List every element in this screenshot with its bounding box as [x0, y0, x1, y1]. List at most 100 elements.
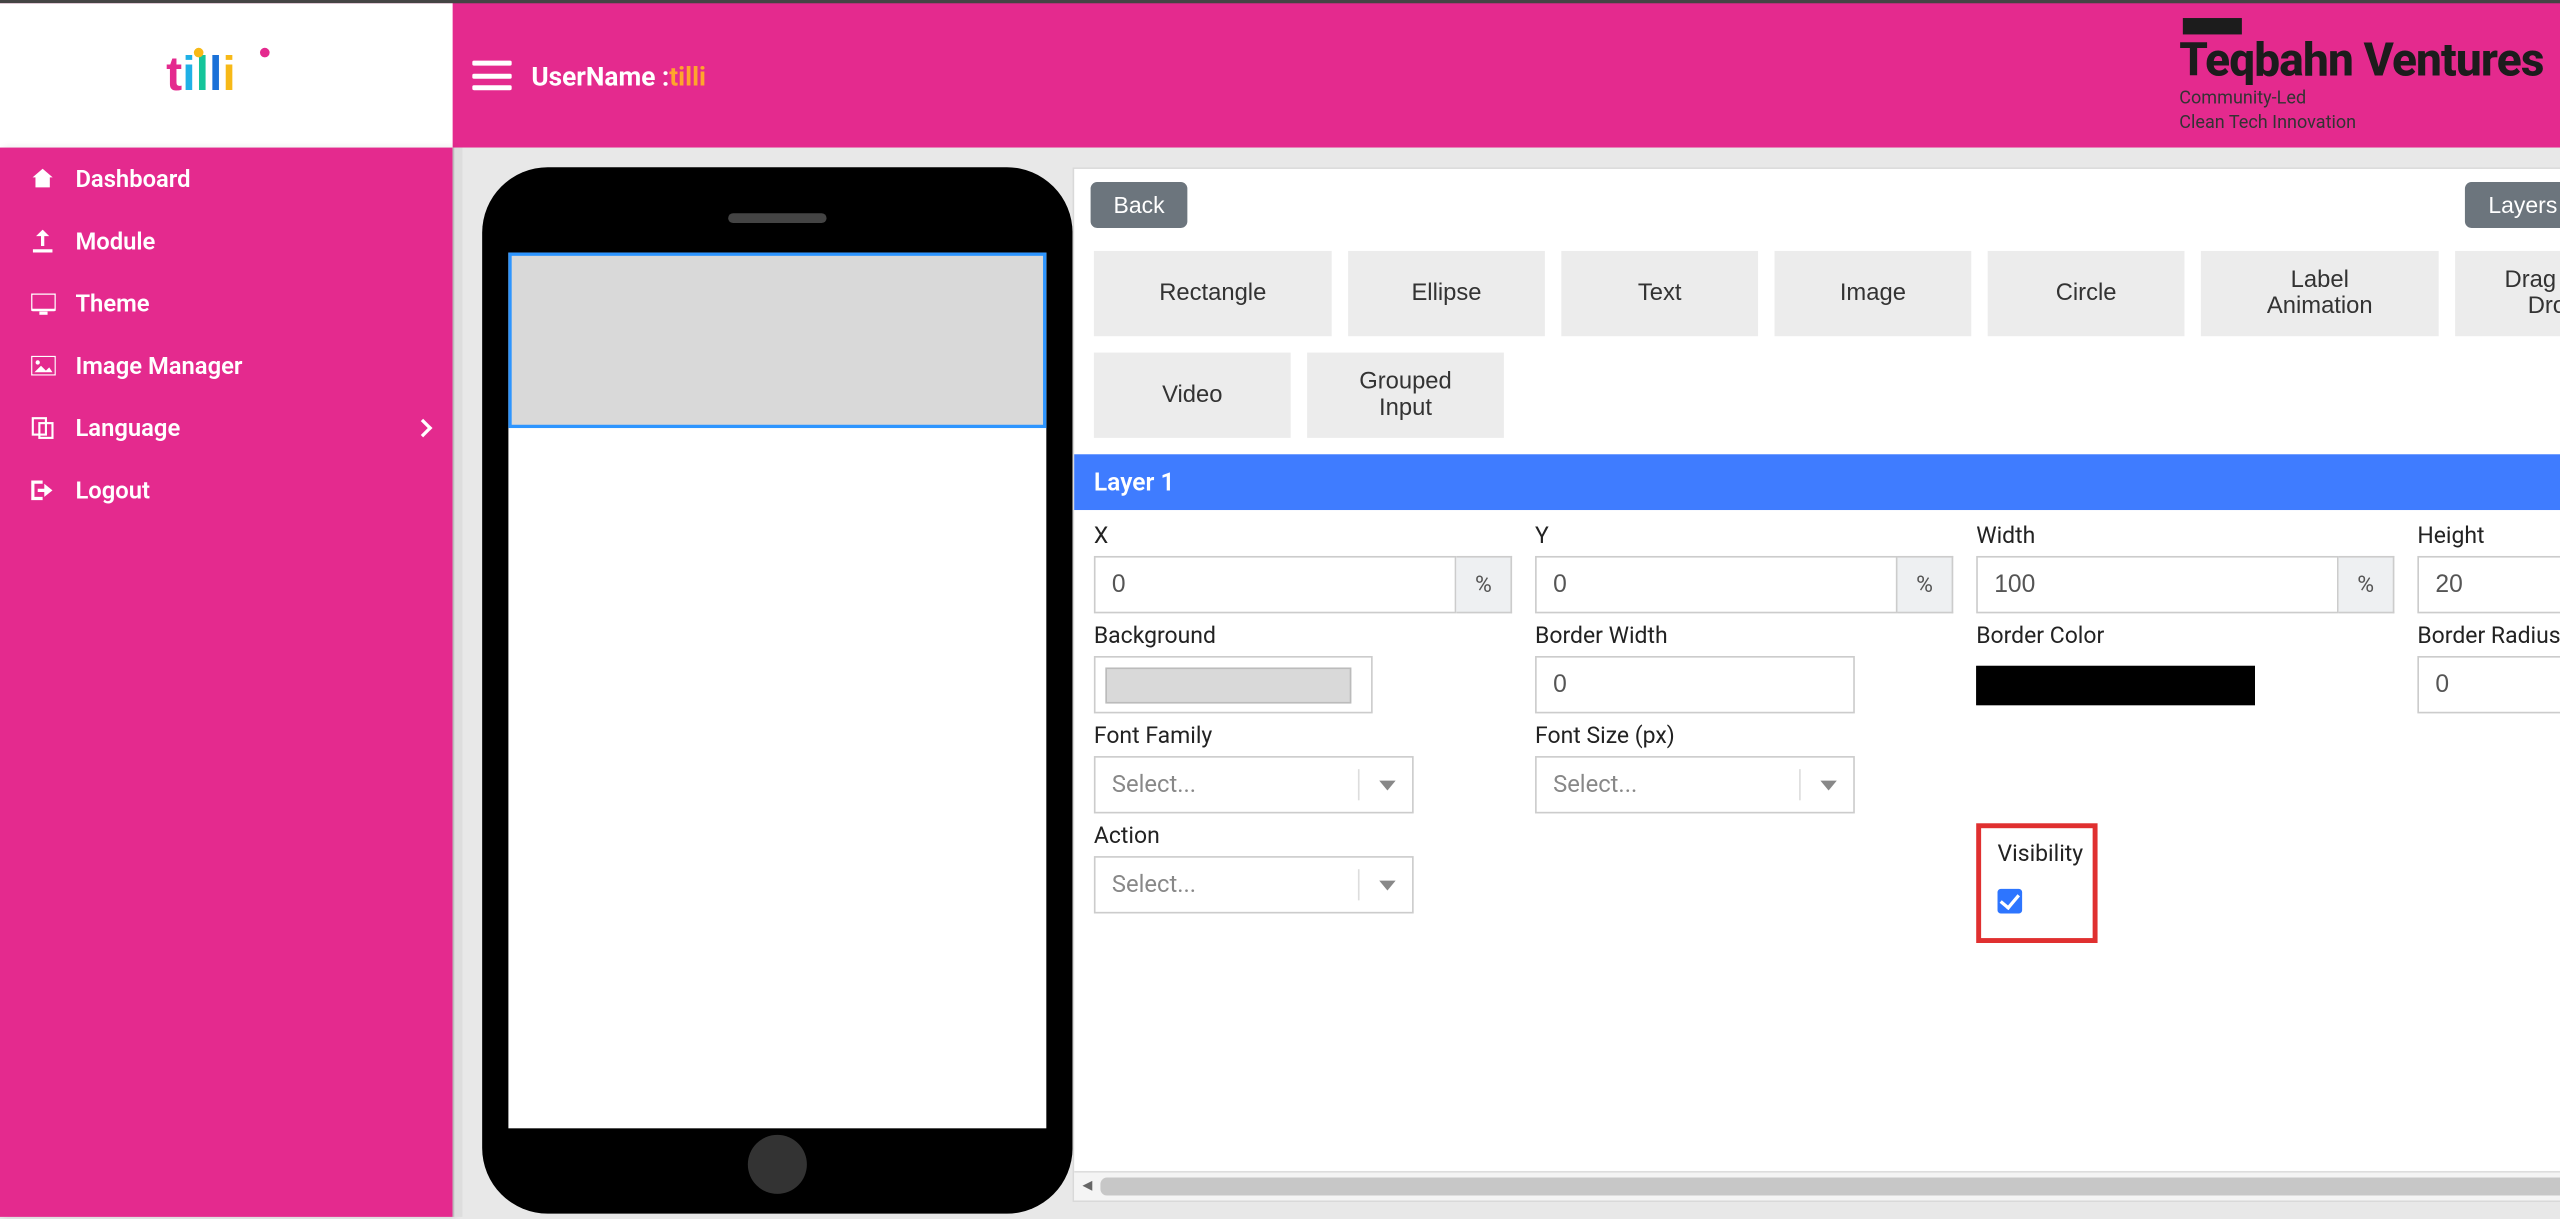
x-input[interactable]: [1094, 556, 1456, 613]
sidebar-item-label: Language: [75, 414, 180, 442]
brand-title: Teqbahn Ventures: [2179, 37, 2543, 83]
sidebar-item-image-manager[interactable]: Image Manager: [0, 335, 453, 397]
brand-sub-1: Community-Led: [2179, 87, 2543, 109]
sidebar-divider: [453, 148, 463, 1217]
prop-label: Visibility: [1998, 841, 2044, 867]
prop-label: X: [1094, 523, 1512, 549]
prop-font-size: Font Size (px) Select...: [1535, 723, 1953, 813]
back-button[interactable]: Back: [1091, 182, 1188, 228]
chevron-down-icon: [1820, 780, 1836, 790]
panel-toolbar: Back Layers Preview Save: [1074, 169, 2560, 241]
upload-icon: [30, 230, 56, 253]
username-label: UserName :: [531, 60, 669, 91]
prop-label: Height: [2417, 523, 2560, 549]
unit-label: %: [1897, 556, 1953, 613]
language-icon: [30, 417, 56, 440]
prop-empty: [1976, 723, 2394, 813]
layers-button[interactable]: Layers: [2465, 182, 2560, 228]
home-icon: [30, 167, 56, 190]
prop-label: Border Radius: [2417, 623, 2560, 649]
font-size-select[interactable]: Select...: [1535, 756, 1855, 813]
border-width-input[interactable]: [1535, 656, 1855, 713]
brand-sub-2: Clean Tech Innovation: [2179, 112, 2543, 134]
prop-width: Width %: [1976, 523, 2394, 613]
sidebar-item-label: Image Manager: [75, 352, 242, 380]
scroll-left-icon[interactable]: ◄: [1074, 1173, 1100, 1201]
shape-rectangle[interactable]: Rectangle: [1094, 251, 1332, 336]
logo: tilli: [0, 3, 453, 147]
shape-video[interactable]: Video: [1094, 353, 1291, 438]
shape-circle[interactable]: Circle: [1988, 251, 2185, 336]
prop-label: Background: [1094, 623, 1512, 649]
height-input[interactable]: [2417, 556, 2560, 613]
tilli-logo-icon: tilli: [161, 39, 292, 111]
prop-border-width: Border Width: [1535, 623, 1953, 713]
prop-x: X %: [1094, 523, 1512, 613]
background-color-input[interactable]: [1094, 656, 1373, 713]
select-placeholder: Select...: [1553, 771, 1637, 799]
phone-speaker: [728, 213, 826, 223]
main: Back Layers Preview Save Rectangle Ellip…: [462, 148, 2560, 1217]
color-swatch: [1105, 667, 1351, 703]
sidebar-item-language[interactable]: Language: [0, 397, 453, 459]
prop-font-family: Font Family Select...: [1094, 723, 1512, 813]
header: tilli UserName : tilli Teqbahn Ventures …: [0, 0, 2560, 148]
sidebar-item-label: Theme: [75, 289, 149, 317]
sidebar-item-label: Module: [75, 227, 155, 255]
layer-header: Layer 1: [1074, 454, 2560, 510]
border-radius-input[interactable]: [2417, 656, 2560, 713]
shape-ellipse[interactable]: Ellipse: [1348, 251, 1545, 336]
shape-image[interactable]: Image: [1774, 251, 1971, 336]
sidebar-item-label: Dashboard: [75, 165, 190, 193]
visibility-highlight: Visibility: [1976, 823, 2097, 943]
brand: Teqbahn Ventures Community-Led Clean Tec…: [2179, 3, 2543, 147]
prop-label: Width: [1976, 523, 2394, 549]
chevron-right-icon: [414, 419, 433, 438]
shape-palette: Rectangle Ellipse Text Image Circle Labe…: [1074, 241, 2560, 454]
visibility-checkbox[interactable]: [1998, 889, 2023, 914]
horizontal-scrollbar[interactable]: ◄ ►: [1074, 1171, 2560, 1201]
layer-rectangle[interactable]: [508, 253, 1046, 428]
shape-text[interactable]: Text: [1561, 251, 1758, 336]
unit-label: %: [2339, 556, 2395, 613]
y-input[interactable]: [1535, 556, 1897, 613]
font-family-select[interactable]: Select...: [1094, 756, 1414, 813]
prop-border-color: Border Color: [1976, 623, 2394, 713]
shape-label-animation[interactable]: Label Animation: [2201, 251, 2439, 336]
phone-preview: [482, 167, 1072, 1213]
phone-screen[interactable]: [508, 253, 1046, 1129]
scroll-thumb[interactable]: [1100, 1178, 2560, 1196]
prop-empty: [1535, 823, 1953, 943]
chevron-down-icon: [1379, 880, 1395, 890]
sidebar: Dashboard Module Theme Image Manager Lan…: [0, 148, 453, 1217]
prop-height: Height %: [2417, 523, 2560, 613]
border-color-input[interactable]: [1976, 656, 2296, 713]
prop-label: Border Width: [1535, 623, 1953, 649]
prop-y: Y %: [1535, 523, 1953, 613]
properties-panel: Back Layers Preview Save Rectangle Ellip…: [1073, 167, 2560, 1202]
shape-drag-and-drop[interactable]: Drag and Drop: [2455, 251, 2560, 336]
sidebar-item-label: Logout: [75, 476, 150, 504]
sidebar-item-logout[interactable]: Logout: [0, 459, 453, 521]
sidebar-item-module[interactable]: Module: [0, 210, 453, 272]
prop-label: Y: [1535, 523, 1953, 549]
prop-border-radius: Border Radius: [2417, 623, 2560, 713]
shape-grouped-input[interactable]: Grouped Input: [1307, 353, 1504, 438]
prop-background: Background: [1094, 623, 1512, 713]
prop-action: Action Select...: [1094, 823, 1512, 943]
username-value: tilli: [669, 60, 706, 91]
sidebar-item-theme[interactable]: Theme: [0, 272, 453, 334]
chevron-down-icon: [1379, 780, 1395, 790]
prop-label: Border Color: [1976, 623, 2394, 649]
properties-grid: X % Y % Width: [1074, 510, 2560, 956]
prop-empty: [2417, 723, 2560, 813]
select-placeholder: Select...: [1112, 771, 1196, 799]
prop-visibility: Visibility: [1976, 823, 2394, 943]
sidebar-item-dashboard[interactable]: Dashboard: [0, 148, 453, 210]
select-placeholder: Select...: [1112, 871, 1196, 899]
action-select[interactable]: Select...: [1094, 856, 1414, 913]
width-input[interactable]: [1976, 556, 2338, 613]
menu-icon[interactable]: [472, 61, 511, 91]
prop-empty: [2417, 823, 2560, 943]
prop-label: Font Family: [1094, 723, 1512, 749]
